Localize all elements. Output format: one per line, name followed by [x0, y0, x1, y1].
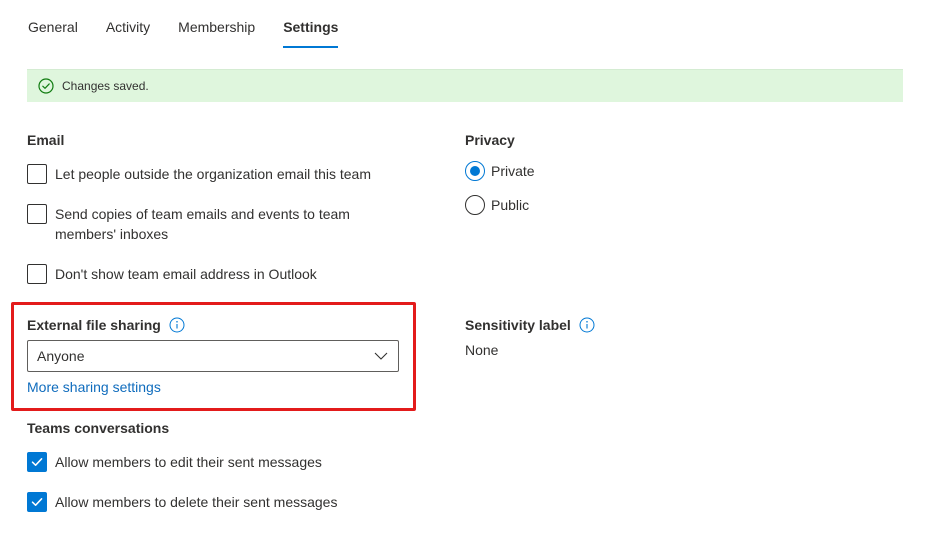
- email-copies-checkbox[interactable]: [27, 204, 47, 224]
- delete-messages-label: Allow members to delete their sent messa…: [55, 494, 338, 510]
- privacy-public-label: Public: [491, 197, 530, 213]
- external-sharing-title-row: External file sharing: [27, 317, 185, 333]
- success-banner: Changes saved.: [27, 69, 903, 102]
- edit-messages-option: Allow members to edit their sent message…: [27, 452, 322, 472]
- sensitivity-title: Sensitivity label: [465, 317, 571, 333]
- hide-email-checkbox[interactable]: [27, 264, 47, 284]
- privacy-public-radio[interactable]: [465, 195, 485, 215]
- delete-messages-checkbox[interactable]: [27, 492, 47, 512]
- email-outside-label: Let people outside the organization emai…: [55, 166, 371, 182]
- checkmark-icon: [31, 498, 43, 506]
- tab-general[interactable]: General: [28, 0, 78, 48]
- teams-conversations-title: Teams conversations: [27, 420, 170, 436]
- email-copies-label-line2: members' inboxes: [55, 226, 169, 242]
- banner-text: Changes saved.: [62, 79, 149, 93]
- edit-messages-label: Allow members to edit their sent message…: [55, 454, 322, 470]
- external-sharing-value: Anyone: [37, 348, 85, 364]
- privacy-section-title: Privacy: [465, 132, 515, 148]
- privacy-private-option: Private: [465, 161, 535, 181]
- privacy-private-label: Private: [491, 163, 535, 179]
- sensitivity-title-row: Sensitivity label: [465, 317, 595, 333]
- email-copies-label-line1: Send copies of team emails and events to…: [55, 206, 350, 222]
- tab-activity[interactable]: Activity: [106, 0, 150, 48]
- external-sharing-dropdown[interactable]: Anyone: [27, 340, 399, 372]
- sensitivity-value: None: [465, 342, 499, 358]
- privacy-public-option: Public: [465, 195, 529, 215]
- email-section-title: Email: [27, 132, 65, 148]
- tab-bar: General Activity Membership Settings: [28, 0, 366, 48]
- hide-email-option: Don't show team email address in Outlook: [27, 264, 317, 284]
- privacy-private-radio[interactable]: [465, 161, 485, 181]
- radio-selected-dot: [470, 166, 480, 176]
- tab-settings[interactable]: Settings: [283, 0, 339, 48]
- tab-membership[interactable]: Membership: [178, 0, 255, 48]
- external-sharing-title: External file sharing: [27, 317, 161, 333]
- info-icon[interactable]: [579, 317, 595, 333]
- chevron-down-icon: [374, 352, 388, 360]
- checkmark-icon: [31, 458, 43, 466]
- more-sharing-settings-link[interactable]: More sharing settings: [27, 379, 161, 395]
- info-icon[interactable]: [169, 317, 185, 333]
- hide-email-label: Don't show team email address in Outlook: [55, 266, 317, 282]
- email-copies-label: Send copies of team emails and events to…: [55, 204, 350, 244]
- email-outside-checkbox[interactable]: [27, 164, 47, 184]
- delete-messages-option: Allow members to delete their sent messa…: [27, 492, 337, 512]
- check-circle-icon: [38, 78, 54, 94]
- email-copies-option: Send copies of team emails and events to…: [27, 204, 350, 244]
- email-outside-option: Let people outside the organization emai…: [27, 164, 371, 184]
- edit-messages-checkbox[interactable]: [27, 452, 47, 472]
